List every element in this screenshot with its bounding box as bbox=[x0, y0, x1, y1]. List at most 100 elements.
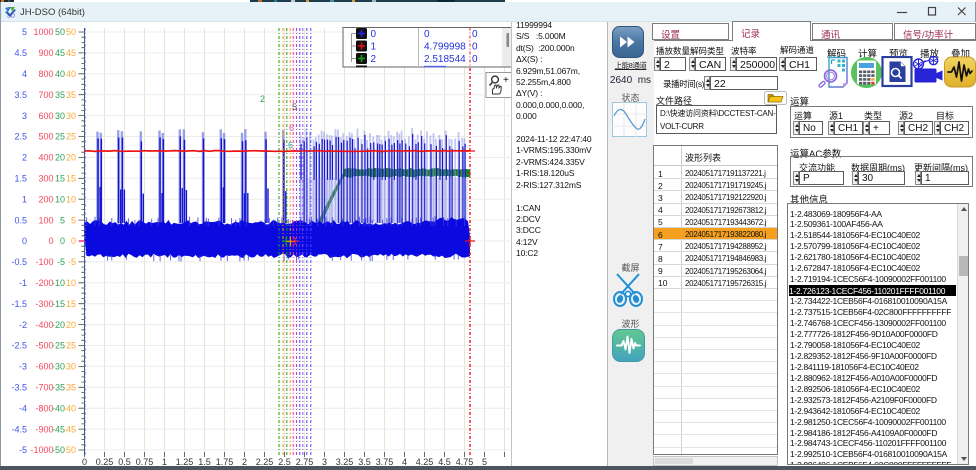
svg-text:40: 40 bbox=[66, 69, 76, 79]
svg-text:3: 3 bbox=[322, 457, 327, 467]
svg-text:-600: -600 bbox=[35, 362, 53, 372]
svg-text:40: 40 bbox=[55, 69, 65, 79]
svg-text:3.5: 3.5 bbox=[358, 457, 371, 467]
svg-text:1: 1 bbox=[371, 42, 377, 53]
svg-text:-15: -15 bbox=[63, 299, 76, 309]
svg-text:4: 4 bbox=[402, 457, 407, 467]
svg-text:1.25: 1.25 bbox=[176, 457, 194, 467]
svg-text:0: 0 bbox=[48, 236, 53, 246]
svg-text:2.518544: 2.518544 bbox=[424, 54, 466, 65]
svg-text:2: 2 bbox=[371, 54, 377, 65]
svg-text:-700: -700 bbox=[35, 383, 53, 393]
svg-text:4.75: 4.75 bbox=[456, 457, 474, 467]
svg-text:-300: -300 bbox=[35, 299, 53, 309]
svg-text:300: 300 bbox=[38, 174, 53, 184]
svg-text:0: 0 bbox=[371, 29, 377, 40]
svg-text:5: 5 bbox=[71, 215, 76, 225]
svg-text:3: 3 bbox=[22, 111, 27, 121]
svg-text:-35: -35 bbox=[63, 383, 76, 393]
svg-text:1: 1 bbox=[162, 457, 167, 467]
svg-text:0.5: 0.5 bbox=[14, 215, 27, 225]
svg-text:5: 5 bbox=[292, 102, 297, 112]
svg-text:5: 5 bbox=[482, 457, 487, 467]
svg-text:-100: -100 bbox=[35, 257, 53, 267]
svg-text:10: 10 bbox=[66, 194, 76, 204]
svg-text:0.75: 0.75 bbox=[136, 457, 154, 467]
svg-text:0: 0 bbox=[472, 29, 478, 40]
svg-text:-45: -45 bbox=[63, 424, 76, 434]
svg-text:25: 25 bbox=[66, 132, 76, 142]
svg-text:2.75: 2.75 bbox=[296, 457, 314, 467]
svg-text:-5: -5 bbox=[68, 257, 76, 267]
svg-text:0: 0 bbox=[22, 236, 27, 246]
svg-text:900: 900 bbox=[38, 48, 53, 58]
svg-text:0: 0 bbox=[424, 29, 430, 40]
svg-text:-40: -40 bbox=[63, 403, 76, 413]
svg-text:1: 1 bbox=[22, 194, 27, 204]
svg-text:35: 35 bbox=[66, 90, 76, 100]
svg-text:45: 45 bbox=[66, 48, 76, 58]
svg-text:800: 800 bbox=[38, 69, 53, 79]
svg-text:-4.5: -4.5 bbox=[11, 424, 27, 434]
svg-text:100: 100 bbox=[38, 215, 53, 225]
svg-text:0.5: 0.5 bbox=[118, 457, 131, 467]
svg-text:-1000: -1000 bbox=[30, 445, 53, 455]
svg-text:0: 0 bbox=[60, 236, 65, 246]
svg-text:-5: -5 bbox=[19, 445, 27, 455]
svg-text:0: 0 bbox=[71, 236, 76, 246]
svg-text:30: 30 bbox=[66, 111, 76, 121]
svg-text:-3: -3 bbox=[19, 362, 27, 372]
svg-text:-900: -900 bbox=[35, 424, 53, 434]
svg-text:20: 20 bbox=[66, 153, 76, 163]
svg-text:2.5: 2.5 bbox=[278, 457, 291, 467]
svg-text:3.75: 3.75 bbox=[376, 457, 394, 467]
svg-text:4.5: 4.5 bbox=[14, 48, 27, 58]
svg-text:-25: -25 bbox=[63, 341, 76, 351]
svg-text:30: 30 bbox=[55, 111, 65, 121]
svg-text:15: 15 bbox=[55, 174, 65, 184]
svg-text:-5: -5 bbox=[57, 257, 65, 267]
svg-text:-200: -200 bbox=[35, 278, 53, 288]
svg-text:20: 20 bbox=[55, 153, 65, 163]
svg-text:2: 2 bbox=[260, 94, 265, 104]
svg-text:15: 15 bbox=[66, 174, 76, 184]
svg-text:-2.5: -2.5 bbox=[11, 341, 27, 351]
svg-text:5: 5 bbox=[22, 27, 27, 37]
svg-text:25: 25 bbox=[55, 132, 65, 142]
svg-text:-1.5: -1.5 bbox=[11, 299, 27, 309]
svg-text:50: 50 bbox=[66, 27, 76, 37]
svg-text:0: 0 bbox=[82, 457, 87, 467]
svg-text:-400: -400 bbox=[35, 320, 53, 330]
svg-text:2.25: 2.25 bbox=[256, 457, 274, 467]
svg-text:1000: 1000 bbox=[33, 27, 53, 37]
svg-text:6: 6 bbox=[288, 140, 293, 150]
svg-text:6: 6 bbox=[289, 123, 294, 133]
svg-text:0: 0 bbox=[472, 42, 478, 53]
svg-text:2: 2 bbox=[242, 457, 247, 467]
svg-text:700: 700 bbox=[38, 90, 53, 100]
svg-text:4.799998: 4.799998 bbox=[424, 42, 466, 53]
svg-text:4.25: 4.25 bbox=[416, 457, 434, 467]
svg-text:-20: -20 bbox=[63, 320, 76, 330]
svg-text:4: 4 bbox=[22, 69, 27, 79]
svg-text:-3.5: -3.5 bbox=[11, 383, 27, 393]
svg-text:2: 2 bbox=[22, 153, 27, 163]
svg-text:-0.5: -0.5 bbox=[11, 257, 27, 267]
svg-text:0.25: 0.25 bbox=[96, 457, 114, 467]
svg-text:35: 35 bbox=[55, 90, 65, 100]
svg-text:-800: -800 bbox=[35, 403, 53, 413]
svg-text:200: 200 bbox=[38, 194, 53, 204]
svg-text:-1: -1 bbox=[19, 278, 27, 288]
svg-text:1.75: 1.75 bbox=[216, 457, 234, 467]
svg-text:-4: -4 bbox=[19, 403, 27, 413]
svg-text:3.25: 3.25 bbox=[336, 457, 354, 467]
svg-text:600: 600 bbox=[38, 111, 53, 121]
svg-text:0: 0 bbox=[472, 54, 478, 65]
svg-text:-10: -10 bbox=[63, 278, 76, 288]
svg-text:-50: -50 bbox=[63, 445, 76, 455]
svg-text:1.5: 1.5 bbox=[198, 457, 211, 467]
svg-text:50: 50 bbox=[55, 27, 65, 37]
svg-text:5: 5 bbox=[60, 215, 65, 225]
svg-text:+: + bbox=[503, 75, 509, 86]
svg-text:-500: -500 bbox=[35, 341, 53, 351]
